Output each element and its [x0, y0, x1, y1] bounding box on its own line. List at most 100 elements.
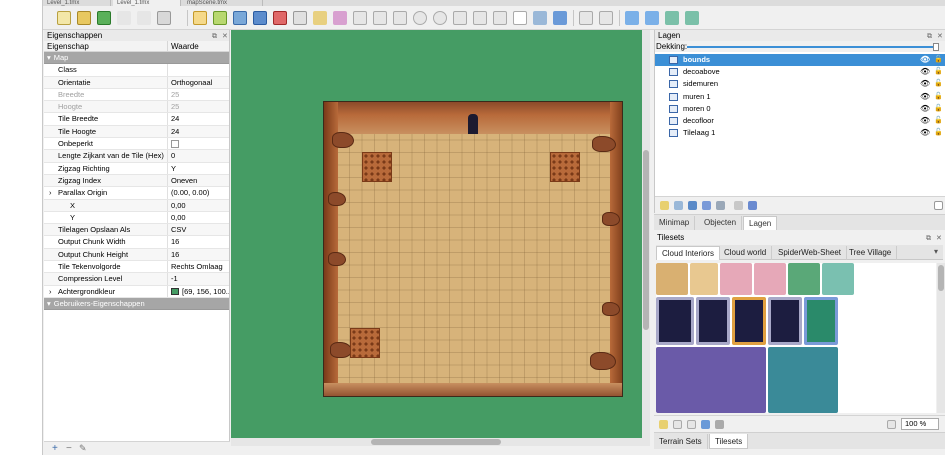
property-value[interactable]: 16	[168, 236, 229, 247]
opacity-slider[interactable]	[687, 43, 939, 51]
property-value[interactable]: Rechts Omlaag	[168, 261, 229, 272]
property-value[interactable]: -1	[168, 273, 229, 284]
tab-terrain-sets[interactable]: Terrain Sets	[654, 434, 708, 449]
tile[interactable]	[656, 347, 766, 413]
property-row[interactable]: Output Chunk Width 16	[44, 236, 229, 249]
magic-wand-icon[interactable]	[313, 11, 327, 25]
save-icon[interactable]	[97, 11, 111, 25]
property-value[interactable]: [69, 156, 100...	[168, 286, 229, 297]
scrollbar-thumb[interactable]	[643, 150, 649, 330]
embed-tileset-icon[interactable]	[673, 420, 682, 429]
tab-tilesets[interactable]: Tilesets	[709, 434, 749, 449]
lock-icon[interactable]: 🔓	[934, 78, 943, 90]
property-column-header[interactable]: Eigenschap	[44, 41, 168, 51]
tileset-view[interactable]	[656, 263, 936, 413]
tab-tileset[interactable]: SpiderWeb-Sheet	[773, 246, 847, 260]
property-value[interactable]: CSV	[168, 224, 229, 235]
raise-layer-icon[interactable]	[674, 201, 683, 210]
remove-property-icon[interactable]: −	[66, 443, 72, 454]
property-value[interactable]: 24	[168, 113, 229, 124]
undo-icon[interactable]	[117, 11, 131, 25]
tile[interactable]	[690, 263, 718, 295]
scrollbar-thumb[interactable]	[371, 439, 501, 445]
duplicate-layer-icon[interactable]	[702, 201, 711, 210]
collapse-arrow-icon[interactable]: ▾	[44, 299, 54, 308]
show-hide-others-icon[interactable]	[734, 201, 743, 210]
property-row[interactable]: Compression Level -1	[44, 273, 229, 286]
property-value[interactable]: 24	[168, 126, 229, 137]
tile-map[interactable]	[323, 101, 623, 397]
lock-icon[interactable]: 🔓	[934, 66, 943, 78]
property-row[interactable]: Breedte 25	[44, 88, 229, 102]
edit-polygons-icon[interactable]	[373, 11, 387, 25]
property-value[interactable]: (0.00, 0.00)	[168, 187, 229, 198]
delete-layer-icon[interactable]	[716, 201, 725, 210]
value-column-header[interactable]: Waarde	[168, 41, 199, 51]
property-value[interactable]: 25	[168, 101, 229, 112]
tile[interactable]	[754, 263, 786, 295]
rename-property-icon[interactable]: ✎	[79, 443, 87, 454]
property-row[interactable]: Onbeperkt	[44, 138, 229, 151]
canvas-horizontal-scrollbar[interactable]	[231, 438, 650, 446]
tab-minimap[interactable]: Minimap	[654, 216, 696, 230]
bucket-fill-icon[interactable]	[233, 11, 247, 25]
property-value[interactable]: 25	[168, 89, 229, 100]
property-value[interactable]: Orthogonaal	[168, 77, 229, 88]
property-row[interactable]: Tile Breedte 24	[44, 113, 229, 126]
stamp-options-icon[interactable]	[157, 11, 171, 25]
visibility-eye-icon[interactable]: 👁	[920, 54, 930, 66]
property-value[interactable]: 0,00	[168, 200, 229, 211]
layer-item[interactable]: sidemuren 👁 🔓	[655, 78, 945, 90]
property-row[interactable]: › Achtergrondkleur [69, 156, 100...	[44, 285, 229, 298]
new-tileset-icon[interactable]	[659, 420, 668, 429]
property-row[interactable]: Tilelagen Opslaan Als CSV	[44, 224, 229, 237]
tile[interactable]	[720, 263, 752, 295]
zoom-select[interactable]: 100 %	[901, 418, 939, 430]
property-row[interactable]: Y 0,00	[44, 211, 229, 225]
world-tool-icon[interactable]	[533, 11, 547, 25]
layer-item[interactable]: decofloor 👁 🔓	[655, 115, 945, 127]
insert-polygon-icon[interactable]	[453, 11, 467, 25]
random-mode-icon[interactable]	[579, 11, 593, 25]
remove-tileset-icon[interactable]	[715, 420, 724, 429]
visibility-eye-icon[interactable]: 👁	[920, 127, 930, 139]
zoom-icon[interactable]	[887, 420, 896, 429]
rect-select-icon[interactable]	[293, 11, 307, 25]
close-panel-icon[interactable]: ✕	[936, 233, 942, 244]
redo-icon[interactable]	[137, 11, 151, 25]
lock-icon[interactable]: 🔓	[934, 127, 943, 139]
property-row[interactable]: Class	[44, 64, 229, 77]
layer-item[interactable]: decoabove 👁 🔓	[655, 66, 945, 78]
property-row[interactable]: Tile Tekenvolgorde Rechts Omlaag	[44, 261, 229, 274]
select-same-tile-icon[interactable]	[333, 11, 347, 25]
float-panel-icon[interactable]: ⧉	[926, 233, 931, 244]
new-layer-icon[interactable]	[660, 201, 669, 210]
insert-ellipse-icon[interactable]	[433, 11, 447, 25]
lock-icon[interactable]: 🔓	[934, 103, 943, 115]
canvas-vertical-scrollbar[interactable]	[642, 30, 650, 446]
property-row[interactable]: Lengte Zijkant van de Tile (Hex) 0	[44, 150, 229, 163]
rotate-left-icon[interactable]	[665, 11, 679, 25]
property-value[interactable]: Oneven	[168, 175, 229, 186]
property-row[interactable]: › Parallax Origin (0.00, 0.00)	[44, 187, 229, 200]
close-panel-icon[interactable]: ✕	[222, 31, 228, 42]
layer-item[interactable]: moren 0 👁 🔓	[655, 103, 945, 115]
tabs-dropdown-icon[interactable]: ▾	[934, 247, 938, 256]
tab-layers[interactable]: Lagen	[743, 216, 778, 230]
visibility-eye-icon[interactable]: 👁	[920, 103, 930, 115]
move-icon[interactable]	[553, 11, 567, 25]
panel-options-icon[interactable]	[934, 201, 943, 210]
flip-vertical-icon[interactable]	[645, 11, 659, 25]
shape-fill-icon[interactable]	[253, 11, 267, 25]
property-value[interactable]	[168, 64, 229, 75]
property-row[interactable]: Orientatie Orthogonaal	[44, 76, 229, 89]
property-row[interactable]: Tile Hoogte 24	[44, 125, 229, 139]
expand-arrow-icon[interactable]: ›	[49, 286, 52, 298]
wang-fill-icon[interactable]	[599, 11, 613, 25]
tileset-vertical-scrollbar[interactable]	[937, 263, 945, 413]
property-value[interactable]: 0,00	[168, 212, 229, 223]
flip-horizontal-icon[interactable]	[625, 11, 639, 25]
tile[interactable]	[788, 263, 820, 295]
visibility-eye-icon[interactable]: 👁	[920, 78, 930, 90]
tile[interactable]	[768, 347, 838, 413]
